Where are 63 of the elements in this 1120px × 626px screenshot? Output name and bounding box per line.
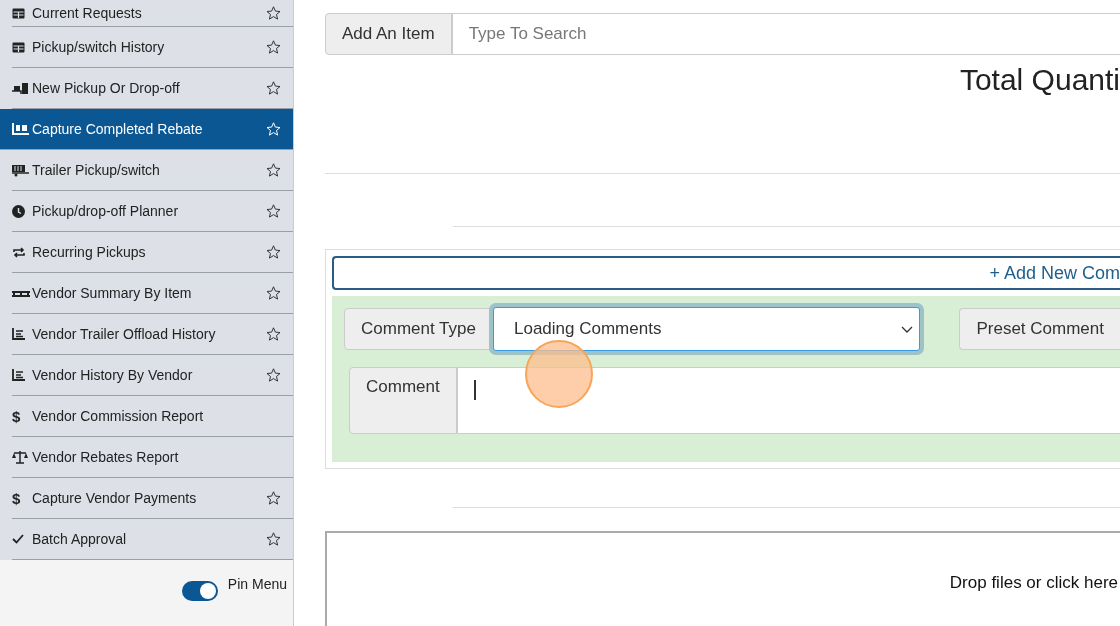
item-label: Vendor Rebates Report	[32, 449, 180, 465]
add-item-label: Add An Item	[325, 13, 452, 55]
star-icon[interactable]	[266, 204, 281, 218]
star-icon[interactable]	[266, 245, 281, 259]
item-label: Capture Vendor Payments	[32, 490, 198, 506]
item-label: Trailer Pickup/switch	[32, 162, 161, 178]
item-label: Vendor Trailer Offload History	[32, 326, 217, 342]
clock-icon	[12, 204, 25, 218]
star-icon[interactable]	[266, 491, 281, 505]
dollar-icon: $	[12, 407, 21, 425]
item-label: Capture Completed Rebate	[32, 121, 204, 137]
star-icon[interactable]	[266, 286, 281, 300]
grid-icon	[12, 7, 25, 19]
total-quantity-heading: Total Quanti	[958, 63, 1120, 98]
sidebar-item[interactable]: Current Requests	[12, 0, 293, 27]
star-icon[interactable]	[266, 81, 281, 95]
star-icon[interactable]	[266, 327, 281, 341]
dropzone-text: Drop files or click here	[949, 573, 1118, 594]
trailer-icon	[12, 163, 30, 177]
pin-menu-toggle[interactable]	[181, 581, 218, 601]
cart-icon	[12, 122, 30, 136]
star-icon[interactable]	[266, 40, 281, 54]
item-label: Vendor Commission Report	[32, 408, 205, 424]
bar-chart-icon	[12, 369, 25, 381]
bar-chart-icon	[12, 328, 25, 340]
search-field[interactable]: Type To Search	[451, 13, 1120, 55]
check-icon	[12, 534, 24, 544]
sidebar-item[interactable]: Vendor Rebates Report	[12, 437, 293, 478]
chevron-down-icon	[901, 325, 914, 333]
pin-menu-label: Pin Menu	[227, 576, 287, 592]
sidebar-item[interactable]: Pickup/switch History	[12, 27, 293, 68]
comment-label: Comment	[349, 367, 457, 434]
item-label: Vendor Summary By Item	[32, 285, 193, 301]
pallet-icon	[12, 289, 30, 297]
sidebar-item[interactable]: $ Vendor Commission Report	[12, 396, 293, 437]
star-icon[interactable]	[266, 6, 281, 20]
item-label: Current Requests	[32, 5, 143, 21]
sidebar-item[interactable]: Recurring Pickups	[12, 232, 293, 273]
dollar-icon: $	[12, 489, 21, 507]
sidebar-item[interactable]: $ Capture Vendor Payments	[12, 478, 293, 519]
star-icon[interactable]	[266, 368, 281, 382]
comment-field[interactable]	[457, 367, 1120, 434]
sidebar-item[interactable]: Pickup/drop-off Planner	[12, 191, 293, 232]
scale-icon	[12, 450, 28, 464]
star-icon[interactable]	[266, 163, 281, 177]
item-label: Pickup/switch History	[32, 39, 166, 55]
item-label: Batch Approval	[32, 531, 128, 547]
item-label: Recurring Pickups	[32, 244, 147, 260]
preset-comment-label: Preset Comment	[959, 308, 1120, 350]
sidebar-item[interactable]: Vendor History By Vendor	[12, 355, 293, 396]
file-dropzone[interactable]: Drop files or click here	[325, 531, 1120, 626]
sidebar-item[interactable]: Trailer Pickup/switch	[12, 150, 293, 191]
sidebar-item[interactable]: Capture Completed Rebate	[0, 109, 293, 150]
repeat-icon	[12, 245, 26, 259]
sidebar-item[interactable]: Vendor Trailer Offload History	[12, 314, 293, 355]
item-label: Pickup/drop-off Planner	[32, 203, 180, 219]
sidebar-item[interactable]: Vendor Summary By Item	[12, 273, 293, 314]
item-label: Vendor History By Vendor	[32, 367, 194, 383]
star-icon[interactable]	[266, 532, 281, 546]
grid-icon	[12, 41, 25, 53]
dolly-icon	[12, 81, 30, 95]
item-label: New Pickup Or Drop-off	[32, 80, 181, 96]
add-comment-button[interactable]: + Add New Com	[332, 256, 1120, 290]
